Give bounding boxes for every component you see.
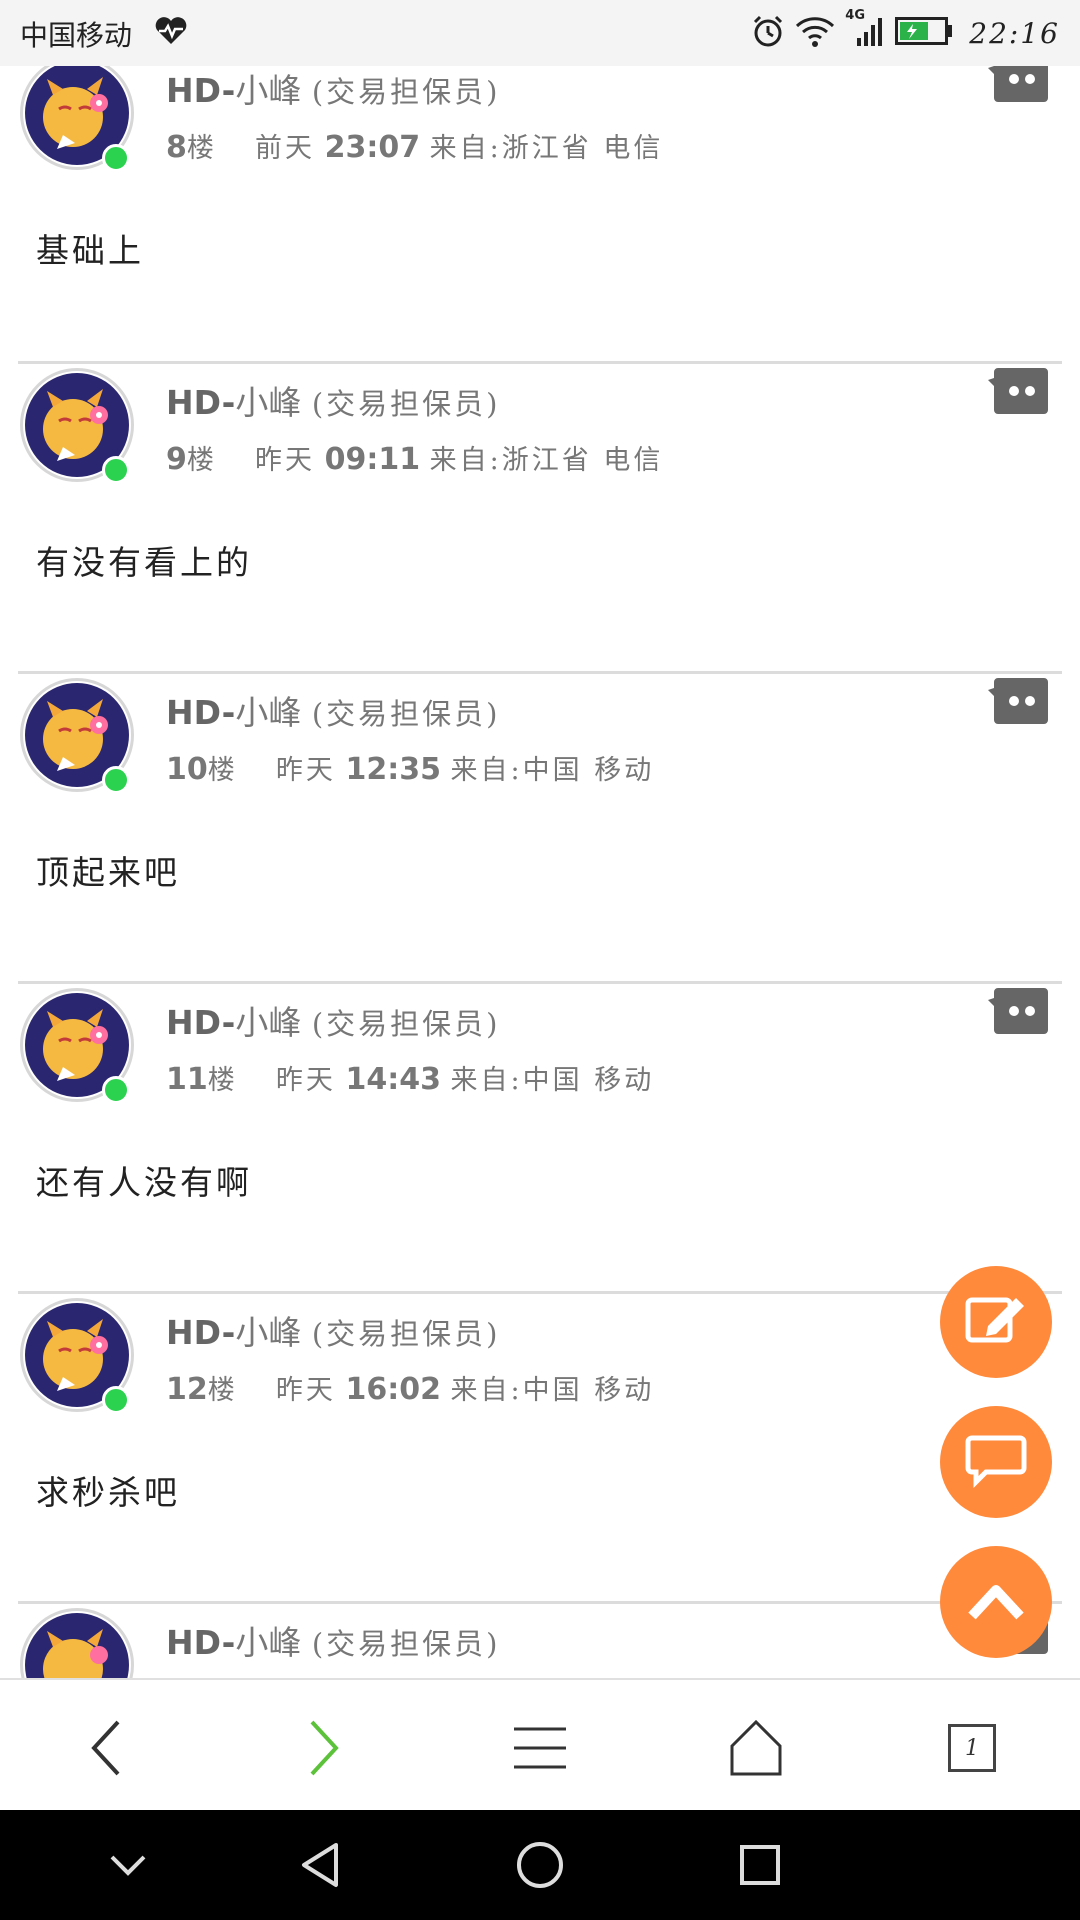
compose-button[interactable] xyxy=(940,1266,1052,1378)
post-content: 有没有看上的 xyxy=(36,543,252,582)
tab-count: 1 xyxy=(948,1724,996,1772)
wifi-icon xyxy=(795,14,835,52)
post-content: 基础上 xyxy=(36,231,144,270)
post-content: 还有人没有啊 xyxy=(36,1163,252,1202)
online-status-dot xyxy=(102,1386,130,1414)
post-meta: 10楼 昨天 12:35 来自:中国 移动 xyxy=(166,752,655,787)
reply-button[interactable] xyxy=(988,66,1050,104)
reply-post: HD-小峰 (交易担保员) 12楼 昨天 16:02 来自:中国 移动 求秒杀吧 xyxy=(0,1294,1080,1604)
comment-icon xyxy=(964,1432,1028,1492)
post-meta: 11楼 昨天 14:43 来自:中国 移动 xyxy=(166,1062,655,1097)
author-name[interactable]: HD-小峰 (交易担保员) xyxy=(166,1306,500,1354)
alarm-icon xyxy=(751,14,785,52)
system-navigation-bar xyxy=(0,1810,1080,1920)
avatar[interactable] xyxy=(20,1608,134,1678)
tabs-icon[interactable]: 1 xyxy=(932,1708,1012,1788)
battery-charging-icon xyxy=(895,16,953,50)
edit-icon xyxy=(964,1292,1028,1352)
home-circle-icon[interactable] xyxy=(510,1835,570,1895)
author-name[interactable]: HD-小峰 (交易担保员) xyxy=(166,996,500,1044)
post-content: 顶起来吧 xyxy=(36,853,180,892)
online-status-dot xyxy=(102,456,130,484)
reply-post: HD-小峰 (交易担保员) 8楼 前天 23:07 来自:浙江省 电信 基础上 xyxy=(0,66,1080,364)
author-name[interactable]: HD-小峰 (交易担保员) xyxy=(166,686,500,734)
online-status-dot xyxy=(102,144,130,172)
post-meta: 12楼 昨天 16:02 来自:中国 移动 xyxy=(166,1372,655,1407)
reply-button[interactable] xyxy=(988,676,1050,726)
post-content: 求秒杀吧 xyxy=(36,1473,180,1512)
network-type: 4G xyxy=(845,8,866,23)
status-time: 22:16 xyxy=(969,16,1060,50)
reply-button[interactable] xyxy=(988,986,1050,1036)
online-status-dot xyxy=(102,766,130,794)
reply-post: HD-小峰 (交易担保员) xyxy=(0,1604,1080,1678)
post-meta: 8楼 前天 23:07 来自:浙江省 电信 xyxy=(166,130,664,165)
carrier-name: 中国移动 xyxy=(20,19,133,52)
post-meta: 9楼 昨天 09:11 来自:浙江省 电信 xyxy=(166,442,664,477)
scroll-top-button[interactable] xyxy=(940,1546,1052,1658)
reply-button[interactable] xyxy=(988,366,1050,416)
reply-post: HD-小峰 (交易担保员) 10楼 昨天 12:35 来自:中国 移动 顶起来吧 xyxy=(0,674,1080,984)
back-icon[interactable] xyxy=(66,1708,146,1788)
online-status-dot xyxy=(102,1076,130,1104)
author-name[interactable]: HD-小峰 (交易担保员) xyxy=(166,1616,500,1664)
scroll-top-icon xyxy=(964,1576,1028,1628)
reply-feed[interactable]: HD-小峰 (交易担保员) 8楼 前天 23:07 来自:浙江省 电信 基础上 xyxy=(0,66,1080,1678)
recents-square-icon[interactable] xyxy=(730,1835,790,1895)
author-name[interactable]: HD-小峰 (交易担保员) xyxy=(166,66,500,112)
reply-post: HD-小峰 (交易担保员) 11楼 昨天 14:43 来自:中国 移动 还有人没… xyxy=(0,984,1080,1294)
status-bar: 中国移动 4G 22:16 xyxy=(0,0,1080,66)
menu-icon[interactable] xyxy=(500,1708,580,1788)
browser-toolbar: 1 xyxy=(0,1678,1080,1810)
signal-icon: 4G xyxy=(845,8,885,52)
forward-icon[interactable] xyxy=(284,1708,364,1788)
home-icon[interactable] xyxy=(716,1708,796,1788)
back-triangle-icon[interactable] xyxy=(290,1835,350,1895)
heart-pulse-icon xyxy=(154,16,188,50)
reply-post: HD-小峰 (交易担保员) 9楼 昨天 09:11 来自:浙江省 电信 有没有看… xyxy=(0,364,1080,674)
comment-button[interactable] xyxy=(940,1406,1052,1518)
collapse-icon[interactable] xyxy=(98,1835,158,1895)
author-name[interactable]: HD-小峰 (交易担保员) xyxy=(166,376,500,424)
